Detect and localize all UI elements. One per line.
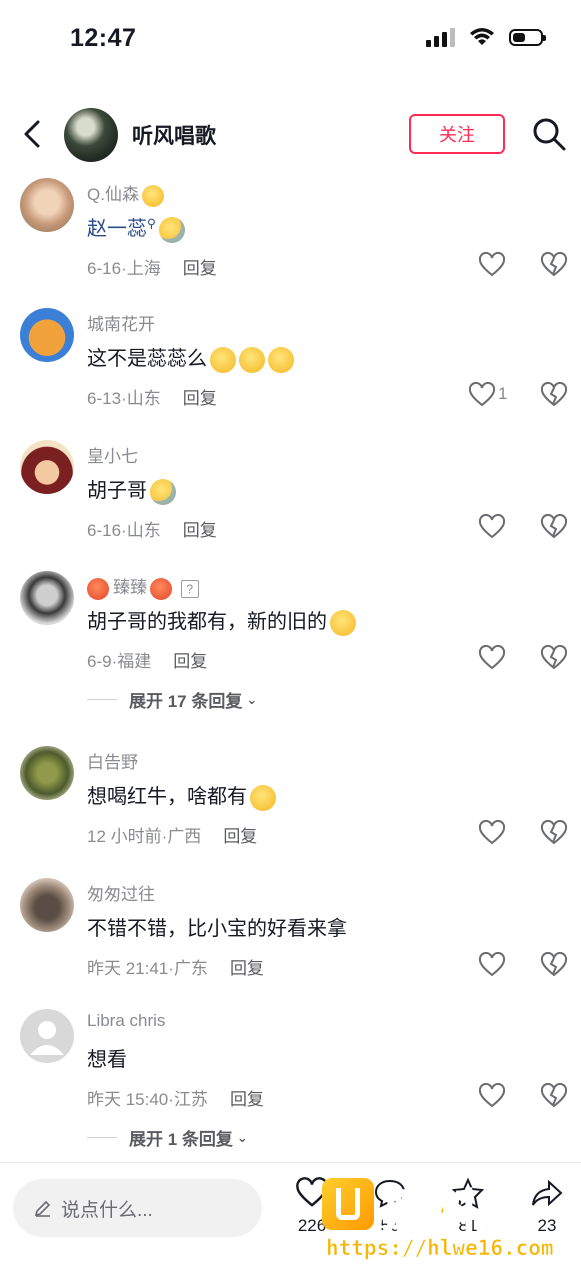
reply-button[interactable]: 回复	[223, 827, 257, 846]
comment-author[interactable]: 臻臻 ?	[87, 573, 199, 600]
comment-author[interactable]: 城南花开	[87, 310, 155, 335]
comment-meta: 6-16·山东 回复	[87, 521, 217, 540]
grin-emoji-icon	[268, 346, 294, 373]
status-time: 12:47	[70, 24, 137, 52]
comment-meta: 6-9·福建 回复	[87, 652, 208, 671]
comment-text: 胡子哥的我都有，新的旧的	[87, 605, 356, 636]
like-action[interactable]: 226	[285, 1177, 339, 1236]
chat-bubble-icon	[374, 1179, 406, 1208]
chevron-down-icon: ⌄	[236, 1129, 248, 1145]
collect-action[interactable]: 81	[441, 1177, 495, 1236]
comment-text: 想喝红牛，啥都有	[87, 780, 276, 811]
wifi-icon	[470, 28, 494, 45]
reply-button[interactable]: 回复	[183, 259, 217, 278]
comment-text: 赵一蕊⚲	[87, 212, 185, 243]
sweat-smile-emoji-icon	[158, 216, 185, 243]
status-bar: 12:47	[0, 0, 581, 80]
avatar[interactable]	[20, 878, 74, 932]
expand-replies-button[interactable]: 展开 1 条回复 ⌄	[87, 1125, 248, 1150]
angry-emoji-icon	[87, 577, 109, 600]
comment-text: 这不是蕊蕊么	[87, 342, 294, 373]
reply-button[interactable]: 回复	[173, 652, 207, 671]
comment-meta: 6-16·上海 回复	[87, 259, 217, 278]
smirk-emoji-icon	[250, 784, 276, 811]
star-icon	[451, 1177, 485, 1209]
comment-text: 想看	[87, 1049, 127, 1071]
comment-count: 56	[380, 1216, 400, 1235]
comment-action[interactable]: 56	[363, 1177, 417, 1236]
heart-icon[interactable]	[478, 952, 506, 978]
share-arrow-icon	[532, 1179, 563, 1207]
heart-icon[interactable]	[478, 645, 506, 671]
comment-text: 胡子哥	[87, 474, 176, 505]
avatar[interactable]	[20, 440, 74, 494]
status-icons	[426, 27, 546, 47]
cellular-signal-icon	[426, 27, 455, 47]
reply-button[interactable]: 回复	[230, 959, 264, 978]
broken-heart-icon[interactable]	[540, 820, 568, 846]
search-icon[interactable]	[530, 115, 568, 153]
heart-icon[interactable]	[478, 1083, 506, 1109]
broken-heart-icon[interactable]	[540, 1083, 568, 1109]
follow-button[interactable]: 关注	[409, 114, 505, 154]
broken-heart-icon[interactable]	[540, 645, 568, 671]
broken-heart-icon[interactable]	[540, 514, 568, 540]
reply-button[interactable]: 回复	[183, 389, 217, 408]
pen-icon	[34, 1200, 51, 1217]
divider	[87, 699, 117, 700]
heart-icon[interactable]	[468, 382, 496, 408]
share-count: 23	[537, 1216, 557, 1235]
question-mark-icon: ?	[180, 579, 199, 598]
angry-emoji-icon	[150, 577, 172, 600]
author-name[interactable]: 听风唱歌	[132, 120, 216, 150]
comment-author[interactable]: 白告野	[87, 748, 138, 773]
avatar[interactable]	[20, 571, 74, 625]
comment-meta: 昨天 15:40·江苏 回复	[87, 1090, 264, 1109]
reply-button[interactable]: 回复	[183, 521, 217, 540]
comment-author[interactable]: 匆匆过往	[87, 880, 155, 905]
comment-input[interactable]: 说点什么...	[13, 1179, 262, 1237]
back-arrow-icon[interactable]	[14, 114, 50, 154]
chevron-down-icon: ⌄	[246, 691, 258, 707]
like-count: 226	[297, 1216, 327, 1235]
comment-meta: 6-13·山东 回复	[87, 389, 217, 408]
reply-button[interactable]: 回复	[230, 1090, 264, 1109]
heart-icon	[296, 1177, 328, 1207]
tongue-out-emoji-icon	[141, 184, 164, 207]
heart-icon[interactable]	[478, 820, 506, 846]
crying-laughing-emoji-icon	[150, 478, 176, 505]
grin-emoji-icon	[210, 346, 236, 373]
battery-icon	[509, 28, 546, 46]
heart-icon[interactable]	[478, 252, 506, 278]
comment-author[interactable]: 皇小七	[87, 442, 138, 467]
avatar[interactable]	[20, 308, 74, 362]
comment-input-placeholder: 说点什么...	[61, 1199, 153, 1221]
grin-emoji-icon	[239, 346, 265, 373]
bottom-action-bar: 说点什么... 226 56 81 23	[0, 1162, 581, 1281]
like-count: 1	[498, 384, 508, 403]
comment-author[interactable]: Libra chris	[87, 1011, 165, 1031]
broken-heart-icon[interactable]	[540, 252, 568, 278]
comment-text: 不错不错，比小宝的好看来拿	[87, 918, 347, 940]
broken-heart-icon[interactable]	[540, 952, 568, 978]
comment-author[interactable]: Q.仙森	[87, 180, 164, 207]
header-bar: 听风唱歌 关注	[0, 100, 581, 170]
default-avatar-icon[interactable]	[20, 1009, 74, 1063]
heart-icon[interactable]	[478, 514, 506, 540]
broken-heart-icon[interactable]	[540, 382, 568, 408]
comment-meta: 12 小时前·广西 回复	[87, 827, 258, 846]
divider	[87, 1137, 117, 1138]
avatar[interactable]	[20, 746, 74, 800]
thinking-emoji-icon	[330, 609, 356, 636]
avatar[interactable]	[20, 178, 74, 232]
share-action[interactable]: 23	[520, 1177, 574, 1236]
mention-link[interactable]: 赵一蕊⚲	[87, 216, 156, 240]
comment-meta: 昨天 21:41·广东 回复	[87, 959, 264, 978]
collect-count: 81	[458, 1216, 478, 1235]
expand-replies-button[interactable]: 展开 17 条回复 ⌄	[87, 687, 257, 712]
author-avatar[interactable]	[64, 108, 118, 162]
